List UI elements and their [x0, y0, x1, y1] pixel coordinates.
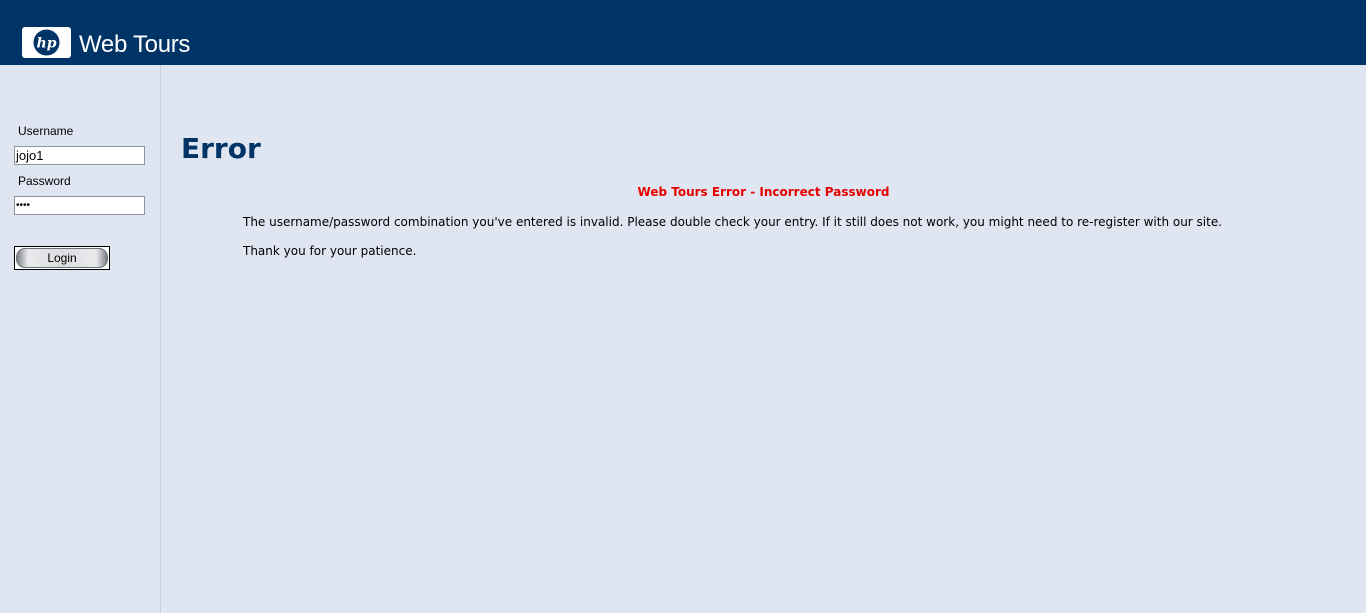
login-button-label: Login [16, 248, 108, 268]
page-title: Error [181, 132, 261, 165]
thanks-message: Thank you for your patience. [243, 244, 417, 258]
hp-logo-text: hp [37, 36, 57, 52]
password-input[interactable]: •••• [14, 196, 145, 215]
hp-logo-icon: hp [33, 29, 60, 56]
main-content: Error Web Tours Error - Incorrect Passwo… [161, 65, 1366, 613]
error-heading: Web Tours Error - Incorrect Password [637, 185, 890, 199]
error-message: The username/password combination you've… [243, 215, 1223, 229]
hp-logo[interactable]: hp [22, 27, 71, 58]
login-sidebar: Username jojo1 Password •••• Login [0, 65, 161, 613]
header-bar: hp Web Tours [0, 0, 1366, 65]
username-label: Username [18, 124, 74, 138]
username-input[interactable]: jojo1 [14, 146, 145, 165]
password-label: Password [18, 174, 71, 188]
login-button[interactable]: Login [14, 246, 110, 270]
site-title: Web Tours [79, 31, 191, 58]
